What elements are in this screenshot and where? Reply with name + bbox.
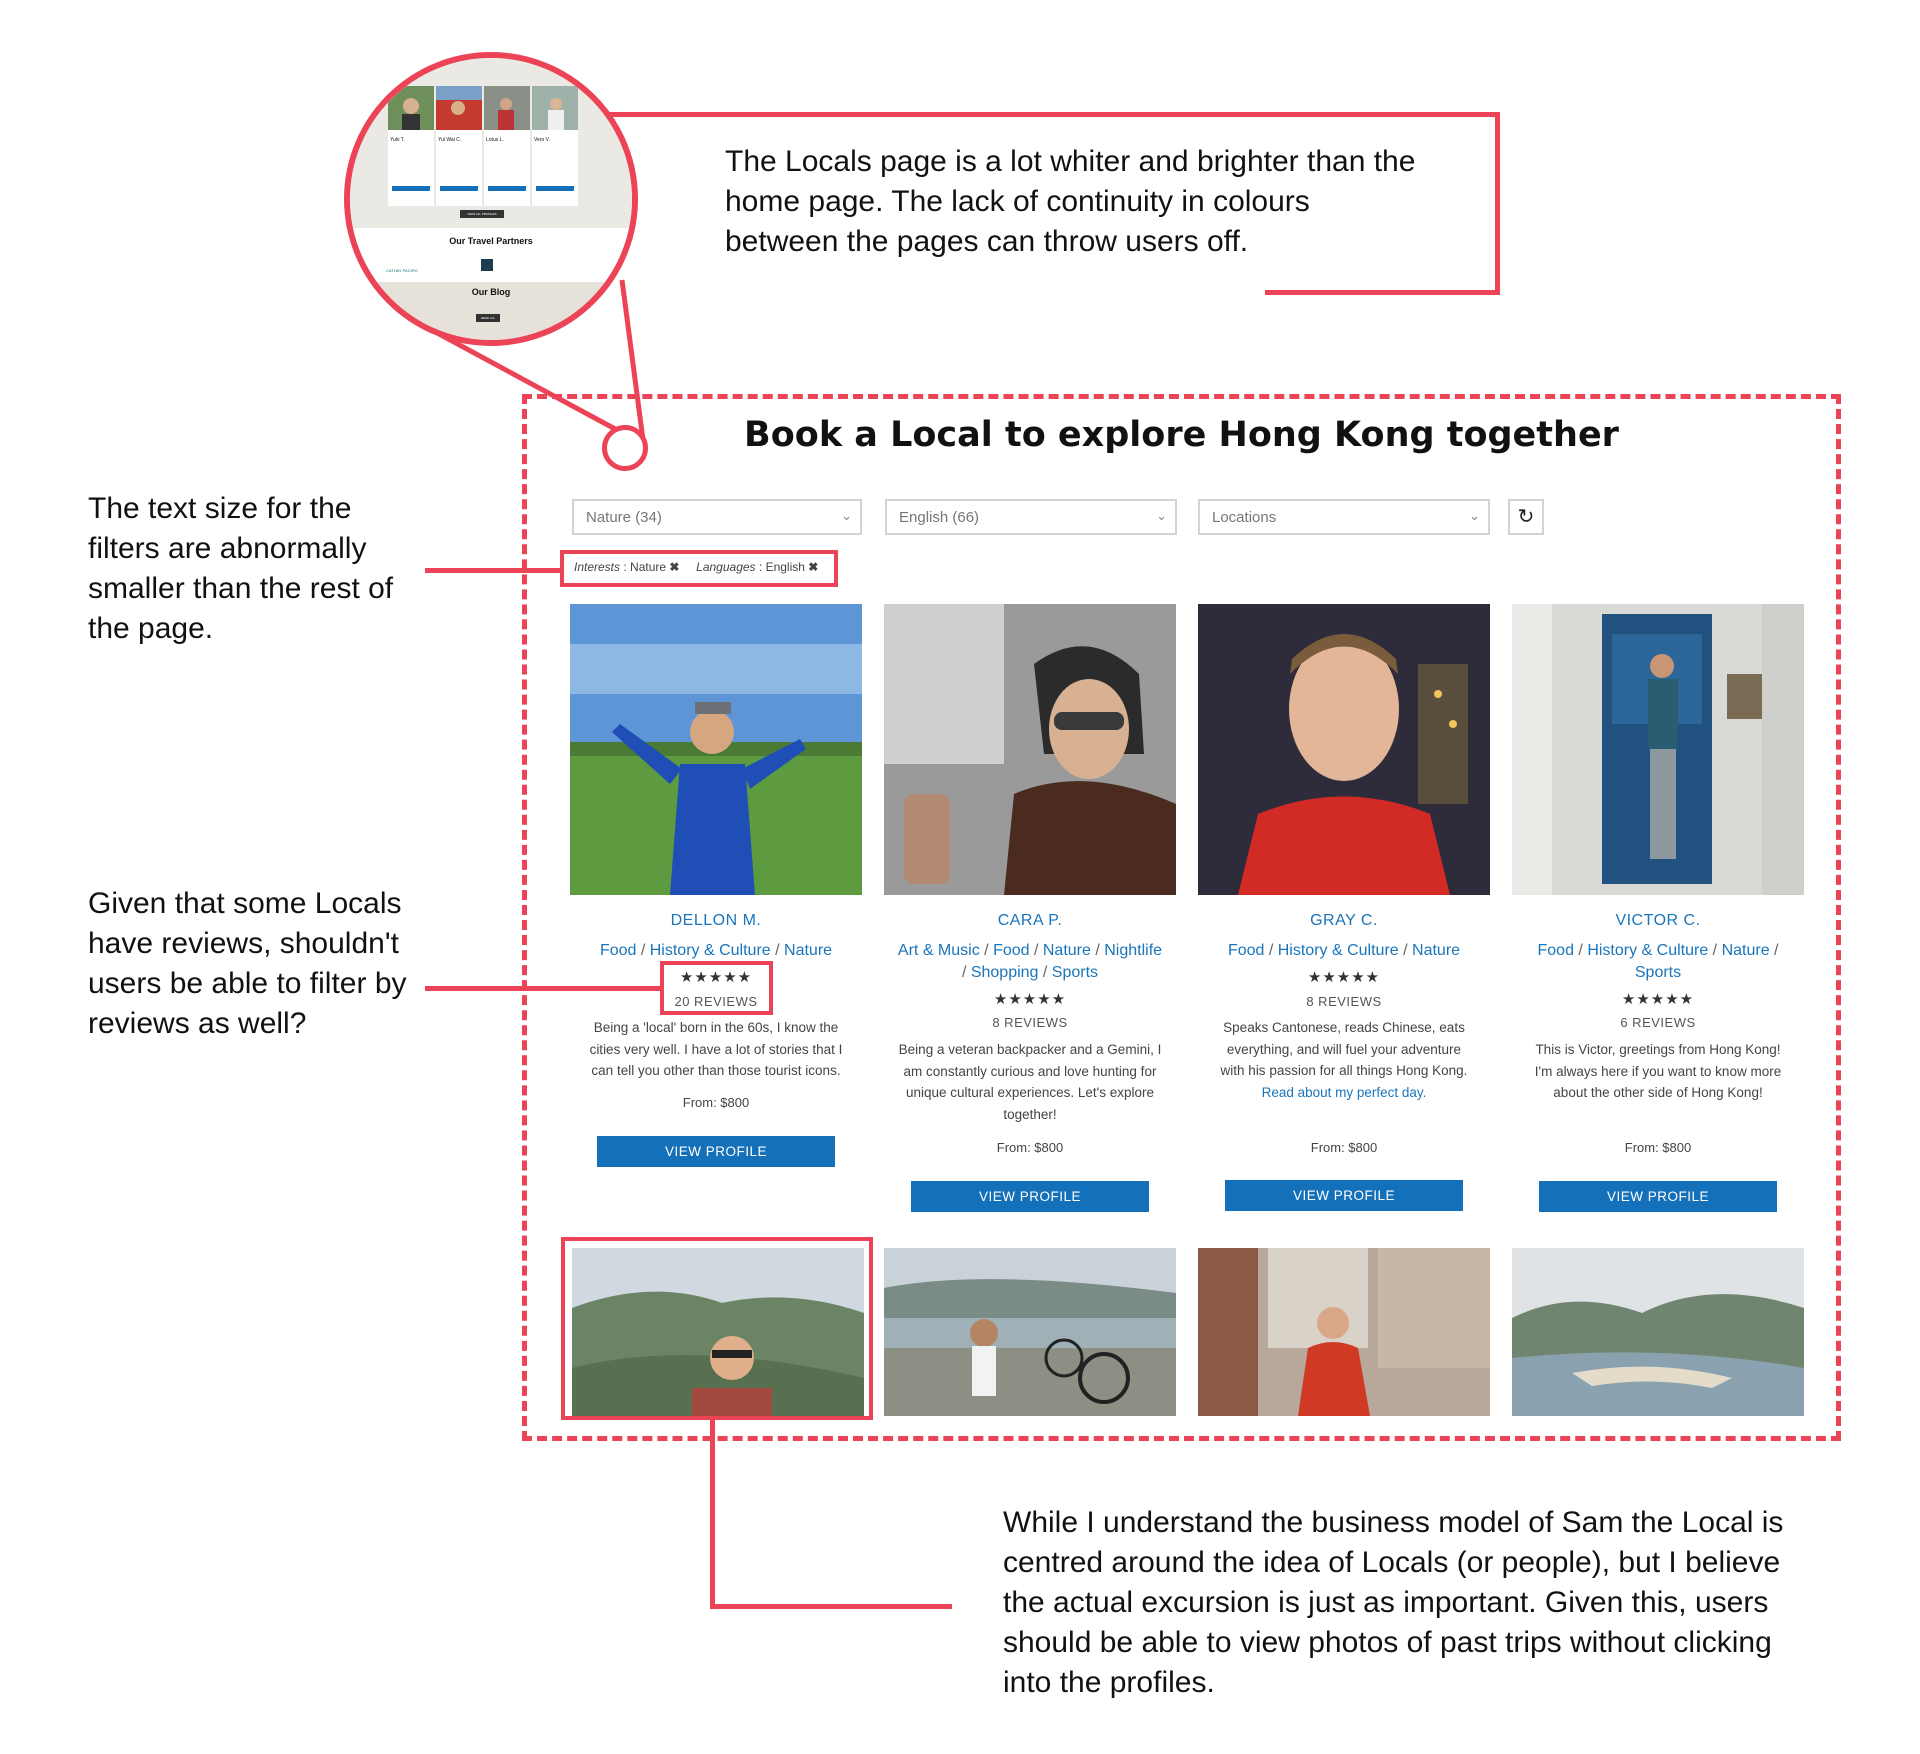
callout-line	[710, 1418, 715, 1608]
mini-partner-logo: CATHAY PACIFIC	[386, 268, 419, 273]
page-title: Book a Local to explore Hong Kong togeth…	[744, 415, 1619, 455]
trip-photo-highlight	[561, 1237, 873, 1420]
chip-value: Nature	[630, 560, 667, 574]
tag-link[interactable]: History & Culture	[1587, 942, 1708, 959]
chip-interests[interactable]: Interests : Nature ✖	[574, 560, 679, 574]
mini-name: Lotus L.	[486, 137, 504, 143]
description-text: Speaks Cantonese, reads Chinese, eats ev…	[1220, 1020, 1468, 1078]
local-tags: Food / History & Culture / Nature / Spor…	[1537, 942, 1779, 981]
mini-blog-title: Our Blog	[471, 287, 511, 297]
annotation-photos: While I understand the business model of…	[1003, 1506, 1784, 1699]
local-price: From: $800	[682, 1095, 750, 1110]
tag-link[interactable]: Nature	[1043, 942, 1091, 959]
review-count: 6 REVIEWS	[1620, 1015, 1696, 1030]
local-tags: Art & Music / Food / Nature / Nightlife …	[897, 942, 1163, 981]
tag-link[interactable]: History & Culture	[650, 942, 771, 959]
chevron-down-icon: ⌄	[1469, 508, 1480, 523]
local-description: Being a veteran backpacker and a Gemini,…	[898, 1042, 1162, 1122]
tag-link[interactable]: Sports	[1052, 964, 1098, 981]
active-filter-chips: Interests : Nature ✖ Languages : English…	[560, 550, 838, 587]
location-filter-value: Locations	[1212, 509, 1277, 526]
local-description: Being a 'local' born in the 60s, I know …	[589, 1020, 843, 1078]
mini-view-all-button: VIEW ALL PROFILES	[460, 210, 504, 218]
callout-line	[710, 1604, 952, 1609]
local-price: From: $800	[996, 1140, 1064, 1155]
mini-blog-button: READ ALL	[476, 314, 500, 322]
rating-stars: ★★★★★	[1307, 969, 1381, 986]
tag-link[interactable]: Art & Music	[898, 942, 980, 959]
view-profile-button[interactable]: VIEW PROFILE	[597, 1136, 835, 1167]
mini-card: Lotus L.	[484, 86, 530, 206]
interest-filter-select[interactable]: Nature (34) ⌄	[572, 499, 862, 535]
chip-value: English	[765, 560, 805, 574]
callout-line	[1265, 290, 1500, 295]
local-tags: Food / History & Culture / Nature	[1227, 942, 1461, 959]
chip-label: Languages	[696, 560, 756, 574]
magnifier-home-preview: Yuki T. Yui Wai C. Lotus L. Vero V. VIEW…	[344, 52, 638, 346]
tag-link[interactable]: History & Culture	[1278, 942, 1399, 959]
rating-stars: ★★★★★	[993, 991, 1067, 1008]
local-photo-row2-2[interactable]	[884, 1248, 1176, 1416]
reset-icon: ↻	[1517, 506, 1535, 528]
language-filter-value: English (66)	[899, 509, 980, 526]
local-name[interactable]: GRAY C.	[1198, 912, 1490, 930]
tag-link[interactable]: Nature	[784, 942, 832, 959]
local-name[interactable]: CARA P.	[884, 912, 1176, 930]
chevron-down-icon: ⌄	[1156, 508, 1167, 523]
chip-label: Interests	[574, 560, 621, 574]
local-photo-cara[interactable]	[884, 604, 1176, 895]
local-price: From: $800	[1624, 1140, 1692, 1155]
annotation-top: The Locals page is a lot whiter and brig…	[725, 145, 1416, 258]
mini-partners-title: Our Travel Partners	[449, 236, 533, 246]
mini-card: Yui Wai C.	[436, 86, 482, 206]
mini-name: Yuki T.	[390, 137, 405, 143]
callout-line	[600, 112, 1500, 117]
rating-stars: ★★★★★	[1621, 991, 1695, 1008]
tag-link[interactable]: Nature	[1412, 942, 1460, 959]
local-price: From: $800	[1310, 1140, 1378, 1155]
remove-icon[interactable]: ✖	[808, 560, 818, 574]
local-photo-dellon[interactable]	[570, 604, 862, 895]
tag-link[interactable]: Food	[993, 942, 1029, 959]
tag-link[interactable]: Shopping	[971, 964, 1039, 981]
local-photo-row2-4[interactable]	[1512, 1248, 1804, 1416]
view-profile-button[interactable]: VIEW PROFILE	[1225, 1180, 1463, 1211]
review-count: 8 REVIEWS	[992, 1015, 1068, 1030]
reset-filters-button[interactable]: ↻	[1508, 499, 1544, 535]
reviews-highlight	[660, 961, 773, 1015]
annotation-filters: The text size for the filters are abnorm…	[88, 492, 394, 645]
mini-name: Vero V.	[534, 137, 550, 143]
mini-name: Yui Wai C.	[438, 137, 462, 143]
tag-link[interactable]: Food	[1228, 942, 1264, 959]
tag-link[interactable]: Nightlife	[1104, 942, 1162, 959]
view-profile-button[interactable]: VIEW PROFILE	[1539, 1181, 1777, 1212]
tag-link[interactable]: Sports	[1635, 964, 1681, 981]
mini-partner-logo	[481, 259, 493, 271]
callout-line	[1495, 112, 1500, 295]
read-more-link[interactable]: Read about my perfect day.	[1262, 1085, 1427, 1100]
local-photo-row2-3[interactable]	[1198, 1248, 1490, 1416]
local-description: Speaks Cantonese, reads Chinese, eats ev…	[1214, 1017, 1474, 1103]
review-count: 8 REVIEWS	[1306, 994, 1382, 1009]
mini-card: Vero V.	[532, 86, 578, 206]
remove-icon[interactable]: ✖	[669, 560, 679, 574]
local-description: This is Victor, greetings from Hong Kong…	[1534, 1042, 1782, 1100]
tag-link[interactable]: Food	[1538, 942, 1574, 959]
local-photo-gray[interactable]	[1198, 604, 1490, 895]
local-tags: Food / History & Culture / Nature	[599, 942, 833, 959]
interest-filter-value: Nature (34)	[586, 509, 662, 526]
language-filter-select[interactable]: English (66) ⌄	[885, 499, 1177, 535]
chevron-down-icon: ⌄	[841, 508, 852, 523]
local-name[interactable]: VICTOR C.	[1512, 912, 1804, 930]
annotation-reviews: Given that some Locals have reviews, sho…	[88, 887, 407, 1040]
chip-languages[interactable]: Languages : English ✖	[696, 560, 818, 574]
local-photo-victor[interactable]	[1512, 604, 1804, 895]
tag-link[interactable]: Nature	[1722, 942, 1770, 959]
location-filter-select[interactable]: Locations ⌄	[1198, 499, 1490, 535]
tag-link[interactable]: Food	[600, 942, 636, 959]
local-name[interactable]: DELLON M.	[570, 912, 862, 930]
view-profile-button[interactable]: VIEW PROFILE	[911, 1181, 1149, 1212]
mini-card: Yuki T.	[388, 86, 434, 206]
